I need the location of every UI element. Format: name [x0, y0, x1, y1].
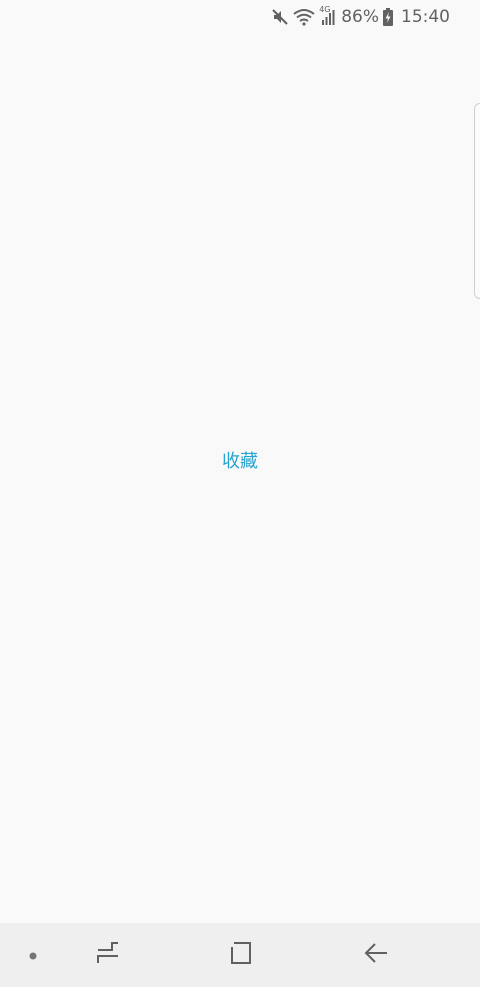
nav-dot-icon — [28, 946, 38, 965]
nav-dot-button[interactable] — [1, 923, 65, 987]
back-button[interactable] — [344, 923, 408, 987]
favorites-label: 收藏 — [222, 451, 258, 472]
home-button[interactable] — [209, 923, 273, 987]
recents-icon — [95, 940, 121, 970]
battery-charging-icon — [383, 8, 393, 26]
wifi-icon — [293, 8, 315, 26]
edge-panel-handle[interactable] — [474, 103, 480, 299]
home-icon — [228, 940, 254, 970]
battery-percent: 86% — [341, 7, 379, 27]
4g-signal-icon: 4G — [319, 5, 335, 25]
status-bar: 4G 86% 15:40 — [0, 0, 480, 34]
network-type-label: 4G — [319, 5, 331, 14]
navigation-bar — [0, 923, 480, 987]
back-icon — [363, 940, 389, 970]
recents-button[interactable] — [76, 923, 140, 987]
mute-icon — [271, 8, 289, 26]
clock: 15:40 — [401, 7, 450, 27]
